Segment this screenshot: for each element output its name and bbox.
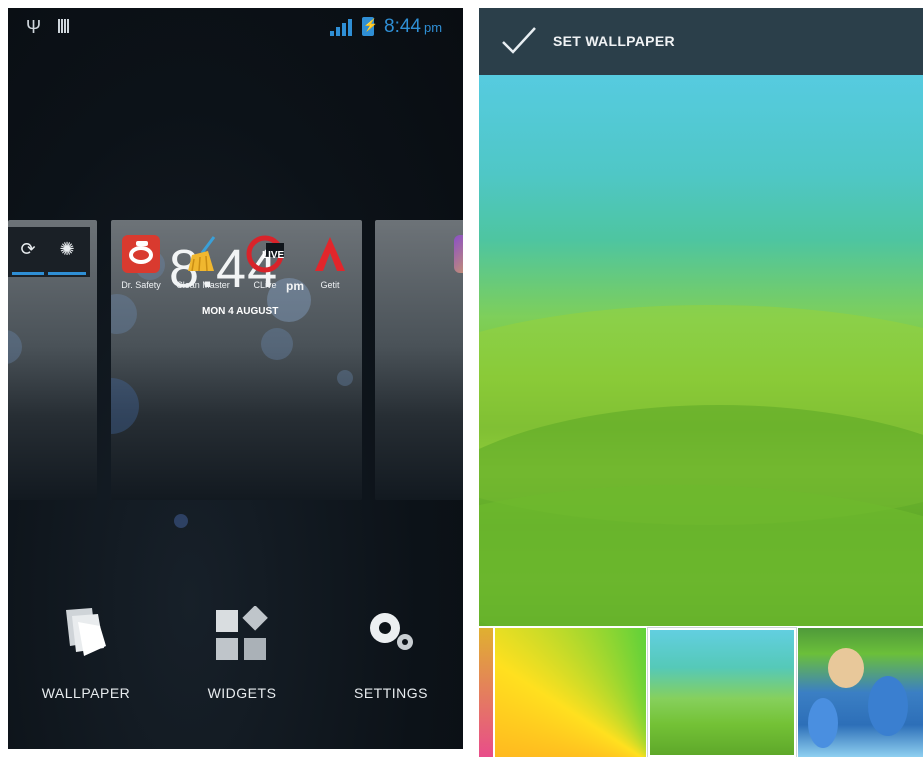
- app-clean-master[interactable]: Clean Master: [173, 228, 233, 290]
- status-time: 8:44: [384, 16, 421, 37]
- battery-charging-icon: [362, 17, 378, 36]
- dr-safety-icon: [122, 235, 160, 273]
- usb-icon: Ψ: [26, 17, 42, 37]
- widgets-label: WIDGETS: [207, 685, 277, 701]
- bokeh-light: [8, 330, 22, 364]
- bokeh-light: [261, 328, 293, 360]
- brightness-icon: ✺: [59, 239, 75, 259]
- app-getit[interactable]: Getit: [300, 228, 360, 290]
- app-clive[interactable]: LIVE CLive: [235, 228, 295, 290]
- set-wallpaper-button[interactable]: SET WALLPAPER: [553, 33, 675, 49]
- signal-icon: [330, 19, 352, 36]
- getit-icon: [311, 235, 349, 273]
- app-label: Clean Master: [176, 280, 230, 290]
- thumbnail-partial[interactable]: [479, 628, 493, 757]
- clock-widget-date: MON 4 AUGUST: [202, 306, 279, 317]
- clive-badge: LIVE: [262, 250, 284, 261]
- bokeh-light: [111, 294, 137, 334]
- wallpaper-thumbnail-strip: [479, 626, 923, 757]
- rainbow-wallpaper-thumbnail[interactable]: [495, 628, 646, 757]
- sd-card-icon: [58, 19, 70, 33]
- widgets-button[interactable]: WIDGETS: [182, 605, 302, 701]
- wallpaper-icon: [66, 608, 106, 656]
- action-bar: SET WALLPAPER: [479, 8, 923, 75]
- home-customize-screen: Ψ 8:44pm 8:44 pm MON 4 AUGUST ⟳ ✺: [8, 8, 463, 749]
- bokeh-light: [111, 378, 139, 434]
- settings-label: SETTINGS: [353, 685, 428, 701]
- cartoon-character: [828, 648, 864, 688]
- sync-toggle[interactable]: ⟳: [8, 227, 48, 277]
- app-label: Ga: [443, 280, 463, 290]
- clean-master-broom-icon: [184, 235, 222, 273]
- wallpaper-button[interactable]: WALLPAPER: [26, 606, 146, 701]
- sync-icon: ⟳: [20, 239, 36, 259]
- cartoon-bird: [808, 698, 838, 748]
- checkmark-icon[interactable]: [501, 26, 537, 54]
- wallpaper-label: WALLPAPER: [41, 685, 131, 701]
- widgets-icon: [216, 605, 268, 660]
- gallery-icon: [454, 235, 463, 273]
- status-ampm: pm: [423, 20, 443, 35]
- app-label: Getit: [320, 280, 340, 290]
- rio-birds-wallpaper-thumbnail[interactable]: [798, 628, 923, 757]
- wallpaper-preview: [479, 75, 923, 757]
- toggle-indicator: [48, 272, 86, 275]
- bokeh-light: [337, 370, 353, 386]
- green-hills-wallpaper-thumbnail[interactable]: [647, 627, 797, 757]
- cartoon-bird: [868, 676, 908, 736]
- toggle-indicator: [12, 272, 44, 275]
- app-label: Dr. Safety: [121, 280, 161, 290]
- clive-icon: LIVE: [246, 235, 286, 273]
- status-clock: 8:44 pm: [384, 16, 442, 38]
- settings-gears-icon: [370, 613, 413, 650]
- set-wallpaper-screen: SET WALLPAPER: [479, 8, 923, 757]
- app-label: CLive: [253, 280, 277, 290]
- brightness-toggle[interactable]: ✺: [44, 227, 90, 277]
- settings-button[interactable]: SETTINGS: [331, 606, 451, 701]
- app-dr-safety[interactable]: Dr. Safety: [111, 228, 171, 290]
- status-bar: Ψ 8:44pm: [8, 8, 463, 46]
- app-gallery[interactable]: Ga: [443, 228, 463, 290]
- bokeh-light: [174, 514, 188, 528]
